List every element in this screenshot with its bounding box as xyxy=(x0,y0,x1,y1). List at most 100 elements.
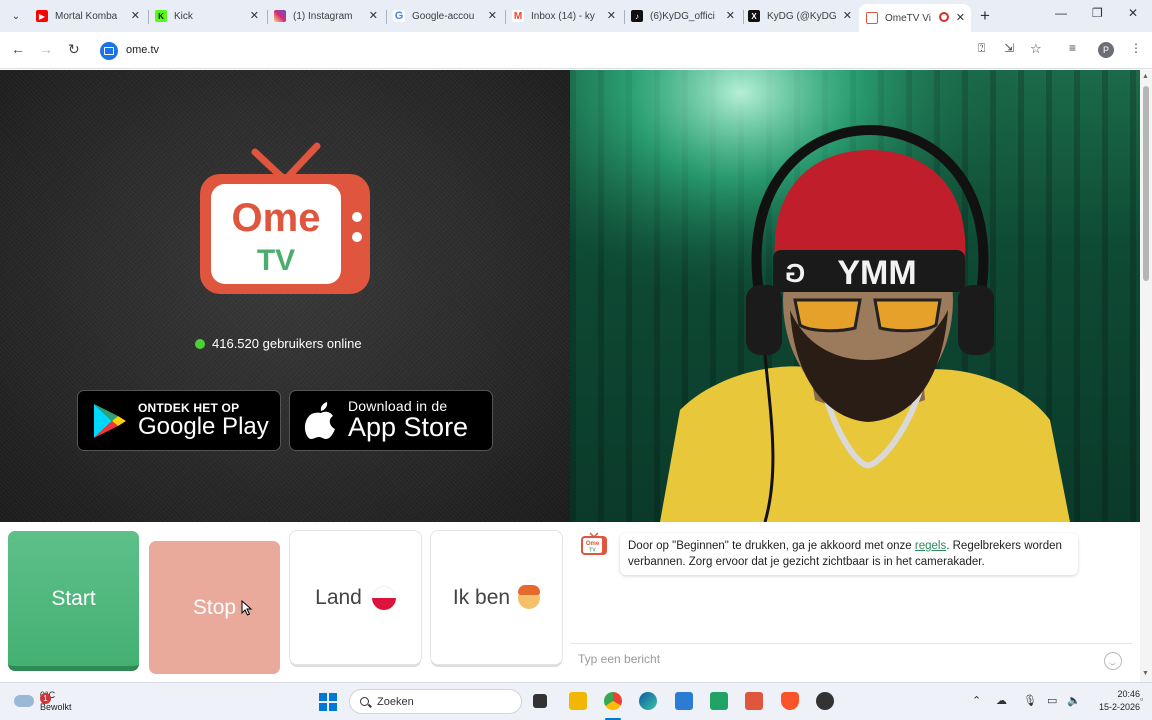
tab-title: Kick xyxy=(174,10,193,22)
tab-title: (1) Instagram xyxy=(293,10,353,22)
online-count-text: 416.520 gebruikers online xyxy=(212,336,362,351)
tab-gmail[interactable]: M Inbox (14) - ky ✕ xyxy=(512,4,622,28)
close-tab-icon[interactable]: ✕ xyxy=(131,9,140,22)
minimize-icon[interactable]: — xyxy=(1055,6,1067,20)
profile-avatar[interactable]: P xyxy=(1098,42,1114,58)
scroll-up-icon[interactable]: ▲ xyxy=(1142,73,1149,80)
start-button[interactable]: Start xyxy=(8,531,139,671)
instagram-icon xyxy=(274,10,286,22)
scroll-down-icon[interactable]: ▼ xyxy=(1142,670,1149,677)
tab-google-account[interactable]: G Google-accou ✕ xyxy=(393,4,503,28)
close-tab-icon[interactable]: ✕ xyxy=(726,9,735,22)
tab-ometv-active[interactable]: OmeTV Vi ✕ xyxy=(859,4,971,32)
obs-icon[interactable] xyxy=(816,692,834,710)
word-icon[interactable] xyxy=(675,692,693,710)
chrome-icon[interactable] xyxy=(604,692,622,710)
message-text-before: Door op "Beginnen" te drukken, ga je akk… xyxy=(628,540,915,552)
app-store-small-text: Download in de xyxy=(348,398,448,415)
app-store-big-text: App Store xyxy=(348,412,469,443)
camera-feed-illustration: YMM G xyxy=(570,70,1140,522)
address-bar[interactable]: ome.tv xyxy=(126,44,159,56)
task-view-icon[interactable] xyxy=(533,694,547,708)
app-store-button[interactable]: Download in de App Store xyxy=(289,390,493,451)
tab-strip: ⌄ ▶ Mortal Komba ✕ K Kick ✕ (1) Instagra… xyxy=(0,0,1152,32)
system-clock[interactable]: 20:46 15-2-2026 xyxy=(1090,688,1140,714)
restore-icon[interactable]: ❐ xyxy=(1092,6,1103,20)
search-icon xyxy=(360,697,369,706)
tab-title: (6)KyDG_offici xyxy=(650,10,715,22)
close-tab-icon[interactable]: ✕ xyxy=(369,9,378,22)
system-message: Door op "Beginnen" te drukken, ga je akk… xyxy=(620,533,1078,575)
powerpoint-icon[interactable] xyxy=(745,692,763,710)
headband-text: YMM xyxy=(837,254,916,292)
scroll-thumb[interactable] xyxy=(1143,86,1149,281)
close-tab-icon[interactable]: ✕ xyxy=(956,11,965,24)
volume-icon[interactable]: 🔈 xyxy=(1067,694,1081,707)
onedrive-icon[interactable]: ☁ xyxy=(996,694,1007,707)
chat-panel: Ome TV Door op "Beginnen" te drukken, ga… xyxy=(570,522,1132,682)
windows-taskbar: 1 0°C Bewolkt Zoeken ⌃ ☁ 🎙 ▭ 🔈 20:46 15-… xyxy=(0,682,1152,720)
weather-widget[interactable]: 1 0°C Bewolkt xyxy=(14,689,72,713)
logo-text-tv: TV xyxy=(257,244,295,277)
google-play-button[interactable]: ONTDEK HET OP Google Play xyxy=(77,390,281,451)
tab-instagram[interactable]: (1) Instagram ✕ xyxy=(274,4,384,28)
reload-icon[interactable]: ↻ xyxy=(68,41,80,58)
rules-link[interactable]: regels xyxy=(915,540,946,552)
windows-start-icon[interactable] xyxy=(319,693,337,711)
online-status-dot xyxy=(195,338,205,349)
install-app-icon[interactable]: ⇲ xyxy=(1004,41,1014,55)
site-info-icon[interactable] xyxy=(100,42,118,60)
tray-chevron-icon[interactable]: ⌃ xyxy=(972,694,981,707)
tab-youtube[interactable]: ▶ Mortal Komba ✕ xyxy=(36,4,146,28)
edge-icon[interactable] xyxy=(639,692,657,710)
notifications-icon[interactable]: ▫ xyxy=(1140,694,1143,704)
close-tab-icon[interactable]: ✕ xyxy=(607,9,616,22)
close-tab-icon[interactable]: ✕ xyxy=(843,9,852,22)
avatar-text-tv: TV xyxy=(589,548,596,554)
translate-icon[interactable]: ⍰ xyxy=(978,41,985,56)
cloud-icon xyxy=(14,695,34,707)
forward-icon[interactable]: → xyxy=(39,41,53,57)
tab-x[interactable]: X KyDG (@KyDG ✕ xyxy=(748,4,858,28)
own-camera-video: YMM G xyxy=(570,70,1140,522)
network-icon[interactable]: ▭ xyxy=(1047,694,1057,707)
media-control-icon[interactable]: ≡ xyxy=(1069,41,1076,55)
message-input[interactable] xyxy=(578,652,1078,666)
clock-date: 15-2-2026 xyxy=(1098,702,1140,712)
sheets-icon[interactable] xyxy=(710,692,728,710)
ometv-logo: Ome TV xyxy=(200,142,370,294)
back-icon[interactable]: ← xyxy=(11,41,25,57)
x-logo-icon: X xyxy=(748,10,760,22)
tab-tiktok[interactable]: ♪ (6)KyDG_offici ✕ xyxy=(631,4,741,28)
bookmark-star-icon[interactable]: ☆ xyxy=(1030,41,1042,57)
start-label: Start xyxy=(51,586,96,610)
tab-kick[interactable]: K Kick ✕ xyxy=(155,4,265,28)
brave-icon[interactable] xyxy=(781,692,799,710)
emoji-picker-icon[interactable] xyxy=(1104,652,1122,670)
tab-title: OmeTV Vi xyxy=(885,12,931,24)
message-input-area xyxy=(570,643,1132,676)
close-tab-icon[interactable]: ✕ xyxy=(488,9,497,22)
new-tab-button[interactable]: + xyxy=(980,6,990,26)
country-label: Land xyxy=(315,585,362,609)
close-window-icon[interactable]: ✕ xyxy=(1128,6,1138,20)
taskbar-search[interactable]: Zoeken xyxy=(349,689,522,714)
kick-icon: K xyxy=(155,10,167,22)
close-tab-icon[interactable]: ✕ xyxy=(250,9,259,22)
file-explorer-icon[interactable] xyxy=(569,692,587,710)
stop-button[interactable]: Stop xyxy=(149,541,280,674)
google-play-icon xyxy=(94,403,126,438)
tab-title: KyDG (@KyDG xyxy=(767,10,837,22)
tiktok-icon: ♪ xyxy=(631,10,643,22)
recording-icon xyxy=(939,12,949,22)
tab-search-chevron-icon[interactable]: ⌄ xyxy=(6,7,26,25)
poland-flag-icon xyxy=(371,585,396,610)
page-scrollbar[interactable]: ▲ ▼ xyxy=(1140,70,1152,682)
youtube-icon: ▶ xyxy=(36,10,48,22)
more-menu-icon[interactable]: ⋮ xyxy=(1130,41,1142,55)
gender-button[interactable]: Ik ben xyxy=(431,531,562,664)
ometv-icon xyxy=(866,12,878,24)
microphone-icon[interactable]: 🎙 xyxy=(1023,694,1037,707)
country-button[interactable]: Land xyxy=(290,531,421,664)
headband-partial-text: G xyxy=(785,258,805,288)
